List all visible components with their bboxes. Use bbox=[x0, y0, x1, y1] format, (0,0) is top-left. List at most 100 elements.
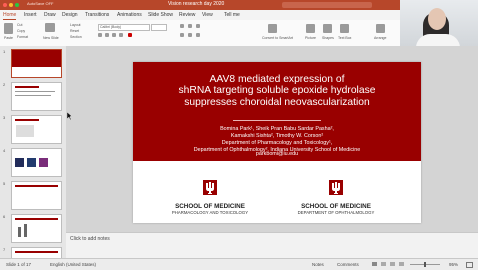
slide-title[interactable]: AAV8 mediated expression of shRNA target… bbox=[133, 74, 421, 108]
logo-ophthalmology: SCHOOL OF MEDICINE DEPARTMENT OF OPHTHAL… bbox=[281, 180, 391, 215]
autosave-toggle[interactable]: AutoSave OFF bbox=[27, 1, 53, 6]
slide-authors[interactable]: Bomina Park¹, Sheik Pran Babu Sardar Pas… bbox=[133, 126, 421, 154]
author-line: Kamakshi Sishta², Timothy W. Corson² bbox=[230, 132, 324, 139]
logo-department: DEPARTMENT OF OPHTHALMOLOGY bbox=[297, 210, 375, 215]
status-bar: Slide 1 of 17 English (United States) No… bbox=[0, 258, 478, 270]
current-slide[interactable]: AAV8 mediated expression of shRNA target… bbox=[133, 62, 421, 223]
thumbnail-number: 5 bbox=[3, 181, 6, 186]
italic-icon[interactable] bbox=[105, 33, 109, 37]
tab-insert[interactable]: Insert bbox=[24, 12, 37, 18]
slide-thumbnails-panel: 1 2 3 4 5 6 7 bbox=[0, 46, 66, 260]
copy-button[interactable]: Copy bbox=[17, 29, 25, 33]
tell-me-search[interactable]: Tell me bbox=[224, 12, 240, 18]
slide-thumbnail[interactable] bbox=[11, 82, 62, 111]
ribbon-toolbar: Paste Cut Copy Format New Slide Layout R… bbox=[0, 20, 400, 47]
slide-sorter-icon[interactable] bbox=[381, 262, 386, 266]
font-name-select[interactable]: Calibri (Body) bbox=[98, 24, 150, 31]
slide-title-line: AAV8 mediated expression of bbox=[209, 74, 345, 85]
tab-slide-show[interactable]: Slide Show bbox=[148, 12, 173, 18]
slide-thumbnail[interactable] bbox=[11, 115, 62, 144]
notes-toggle-button[interactable]: Notes bbox=[312, 262, 324, 267]
autosave-label: AutoSave bbox=[27, 1, 45, 6]
strikethrough-icon[interactable] bbox=[119, 33, 123, 37]
title-divider bbox=[233, 120, 321, 121]
font-name-value: Calibri (Body) bbox=[100, 25, 122, 29]
shapes-icon[interactable] bbox=[323, 24, 332, 33]
reset-button[interactable]: Reset bbox=[70, 29, 79, 33]
logo-school-name: SCHOOL OF MEDICINE bbox=[175, 203, 245, 210]
tab-transitions[interactable]: Transitions bbox=[85, 12, 109, 18]
close-window-button[interactable] bbox=[3, 3, 7, 7]
bullets-icon[interactable] bbox=[180, 24, 184, 28]
author-line: Bomina Park¹, Sheik Pran Babu Sardar Pas… bbox=[220, 126, 334, 132]
thumbnail-number: 3 bbox=[3, 115, 6, 120]
ribbon-tabs: Home Insert Draw Design Transitions Anim… bbox=[0, 10, 400, 20]
slide-thumbnail[interactable] bbox=[11, 214, 62, 243]
underline-icon[interactable] bbox=[112, 33, 116, 37]
mouse-cursor-icon bbox=[67, 112, 72, 120]
new-slide-icon[interactable] bbox=[45, 23, 55, 32]
text-box-icon[interactable] bbox=[340, 24, 349, 33]
search-input[interactable] bbox=[282, 2, 372, 8]
cut-button[interactable]: Cut bbox=[17, 23, 22, 27]
align-left-icon[interactable] bbox=[180, 33, 184, 37]
comments-toggle-button[interactable]: Comments bbox=[337, 262, 359, 267]
tab-home[interactable]: Home bbox=[3, 12, 17, 20]
tab-review[interactable]: Review bbox=[179, 12, 195, 18]
logo-department: PHARMACOLOGY AND TOXICOLOGY bbox=[171, 210, 249, 215]
smartart-icon[interactable] bbox=[268, 24, 277, 33]
zoom-slider-thumb[interactable] bbox=[424, 262, 426, 267]
thumbnail-number: 7 bbox=[3, 247, 6, 252]
thumbnail-number: 2 bbox=[3, 82, 6, 87]
minimize-window-button[interactable] bbox=[9, 3, 13, 7]
thumbnail-number: 6 bbox=[3, 214, 6, 219]
slide-title-line: suppresses choroidal neovascularization bbox=[184, 96, 370, 108]
font-color-icon[interactable] bbox=[128, 33, 132, 37]
tab-view[interactable]: View bbox=[202, 12, 213, 18]
reading-view-icon[interactable] bbox=[390, 262, 395, 266]
font-size-select[interactable] bbox=[151, 24, 167, 31]
tab-design[interactable]: Design bbox=[62, 12, 78, 18]
arrange-label: Arrange bbox=[374, 36, 387, 40]
slideshow-icon[interactable] bbox=[399, 262, 404, 266]
zoom-level[interactable]: 95% bbox=[449, 262, 458, 267]
language-indicator[interactable]: English (United States) bbox=[50, 262, 96, 267]
webcam-video bbox=[400, 0, 478, 46]
logo-pharmacology: SCHOOL OF MEDICINE PHARMACOLOGY AND TOXI… bbox=[155, 180, 265, 215]
tab-draw[interactable]: Draw bbox=[44, 12, 56, 18]
title-bar: AutoSave OFF Vision research day 2020 bbox=[0, 0, 400, 10]
arrange-icon[interactable] bbox=[376, 24, 385, 33]
notes-placeholder: Click to add notes bbox=[70, 236, 110, 242]
fit-to-window-icon[interactable] bbox=[466, 262, 473, 268]
section-button[interactable]: Section bbox=[70, 35, 82, 39]
thumbnail-number: 1 bbox=[3, 49, 6, 54]
shapes-label: Shapes bbox=[322, 36, 334, 40]
slide-thumbnail[interactable] bbox=[11, 148, 62, 177]
bold-icon[interactable] bbox=[98, 33, 102, 37]
slide-thumbnail[interactable] bbox=[11, 49, 62, 78]
maximize-window-button[interactable] bbox=[15, 3, 19, 7]
notes-pane[interactable]: Click to add notes bbox=[66, 232, 478, 259]
new-slide-label: New Slide bbox=[43, 36, 59, 40]
align-right-icon[interactable] bbox=[196, 33, 200, 37]
tab-animations[interactable]: Animations bbox=[117, 12, 142, 18]
slide-counter: Slide 1 of 17 bbox=[6, 262, 32, 267]
slide-title-line: shRNA targeting soluble epoxide hydrolas… bbox=[178, 85, 376, 97]
layout-button[interactable]: Layout bbox=[70, 23, 81, 27]
normal-view-icon[interactable] bbox=[372, 262, 377, 266]
slide-thumbnail[interactable] bbox=[11, 181, 62, 210]
thumbnail-number: 4 bbox=[3, 148, 6, 153]
paste-icon[interactable] bbox=[4, 23, 13, 34]
iu-trident-icon bbox=[329, 180, 343, 195]
format-painter-button[interactable]: Format bbox=[17, 35, 28, 39]
author-line: Department of Pharmacology and Toxicolog… bbox=[221, 139, 333, 146]
picture-label: Picture bbox=[305, 36, 316, 40]
indent-icon[interactable] bbox=[196, 24, 200, 28]
contact-email: parkbomi@iu.edu bbox=[255, 151, 299, 157]
picture-icon[interactable] bbox=[306, 24, 315, 33]
numbering-icon[interactable] bbox=[188, 24, 192, 28]
align-center-icon[interactable] bbox=[188, 33, 192, 37]
document-title: Vision research day 2020 bbox=[168, 1, 225, 7]
autosave-state: OFF bbox=[45, 1, 54, 6]
paste-label: Paste bbox=[4, 36, 13, 40]
